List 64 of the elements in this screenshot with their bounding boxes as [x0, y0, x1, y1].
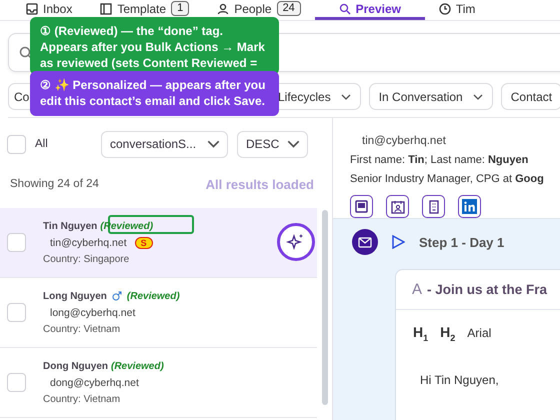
building-icon	[428, 200, 440, 214]
profile-link-button[interactable]	[350, 195, 373, 218]
tab[interactable]: Tim	[424, 0, 490, 20]
callout-tooltip: ② ✨ Personalized — appears after you edit this contact’s email and click Save.	[30, 71, 279, 116]
email-subject: - Join us at the Fra	[427, 282, 548, 297]
job-title: Senior Industry Manager, CPG at Goog	[350, 173, 545, 185]
contact-card-icon	[355, 200, 368, 213]
contact-name: Tin Nguyen	[43, 220, 98, 232]
profile-link-button[interactable]	[458, 195, 481, 218]
select-all-label: All	[35, 138, 49, 150]
count-badge: 1	[171, 1, 190, 16]
play-icon[interactable]	[392, 235, 405, 249]
toolbar-button[interactable]: H$_{1}$	[413, 324, 428, 343]
contact-name: Dong Nguyen	[43, 360, 108, 372]
search-icon	[19, 46, 33, 60]
tab[interactable]: Inbox	[12, 0, 86, 20]
sparkle-button[interactable]	[277, 223, 315, 261]
layout-icon	[100, 2, 112, 14]
contact-name: Long Nguyen	[43, 290, 107, 302]
checkbox[interactable]	[7, 373, 26, 392]
callout-tooltip: ① (Reviewed) — the “done” tag. Appears after you Bulk Actions → Mark as reviewed (sets Content Reviewed =	[30, 17, 279, 75]
calendar-person-icon	[390, 200, 404, 214]
chevron-down-icon	[287, 140, 300, 148]
checkbox[interactable]	[7, 233, 26, 252]
results-count: Showing 24 of 24	[10, 178, 99, 190]
contact-email: tin@cyberhq.net	[50, 236, 127, 248]
email-step-icon	[352, 229, 378, 255]
profile-link-button[interactable]	[386, 195, 409, 218]
reviewed-tag: (Reviewed)	[126, 290, 180, 302]
chevron-down-icon	[340, 94, 351, 100]
tab[interactable]: People 24	[203, 0, 315, 20]
contact-email: long@cyberhq.net	[50, 306, 136, 318]
count-badge: 24	[276, 1, 301, 16]
contact-country: Country: Vietnam	[43, 324, 122, 334]
status-badge: S	[134, 236, 153, 248]
clock-icon	[438, 2, 451, 14]
profile-link-button[interactable]	[422, 195, 445, 218]
reviewed-tag: (Reviewed)	[111, 360, 164, 372]
checkbox[interactable]	[7, 134, 26, 154]
contact-country: Country: Vietnam	[43, 394, 122, 404]
people-icon	[217, 2, 230, 14]
checkbox[interactable]	[7, 303, 26, 322]
chevron-down-icon	[472, 94, 483, 100]
filter-dropdown[interactable]: Contact	[500, 83, 560, 110]
toolbar-button[interactable]: Arial	[467, 326, 492, 340]
tab[interactable]: Preview	[314, 0, 425, 20]
toolbar-button[interactable]: H$_{2}$	[440, 324, 456, 343]
name-line: First name: Tin; Last name: Nguyen	[350, 154, 530, 166]
scrollbar[interactable]	[322, 210, 328, 405]
filter-dropdown[interactable]: In Conversation	[368, 83, 493, 110]
email-body: Hi Tin Nguyen,	[419, 372, 500, 387]
results-status: All results loaded	[206, 176, 314, 192]
inbox-icon	[26, 2, 38, 14]
search-icon	[338, 2, 351, 14]
variant-label: A	[412, 281, 422, 298]
step-title: Step 1 - Day 1	[419, 234, 504, 250]
chevron-down-icon	[207, 140, 220, 148]
sort-order-select[interactable]: DESC	[237, 130, 308, 158]
tab[interactable]: Template 1	[86, 0, 204, 20]
contact-email: tin@cyberhq.net	[361, 135, 447, 147]
contact-country: Country: Singapore	[43, 254, 130, 264]
linkedin-icon	[462, 199, 477, 214]
contact-email: dong@cyberhq.net	[50, 376, 139, 388]
sort-field-select[interactable]: conversationS...	[101, 130, 228, 158]
